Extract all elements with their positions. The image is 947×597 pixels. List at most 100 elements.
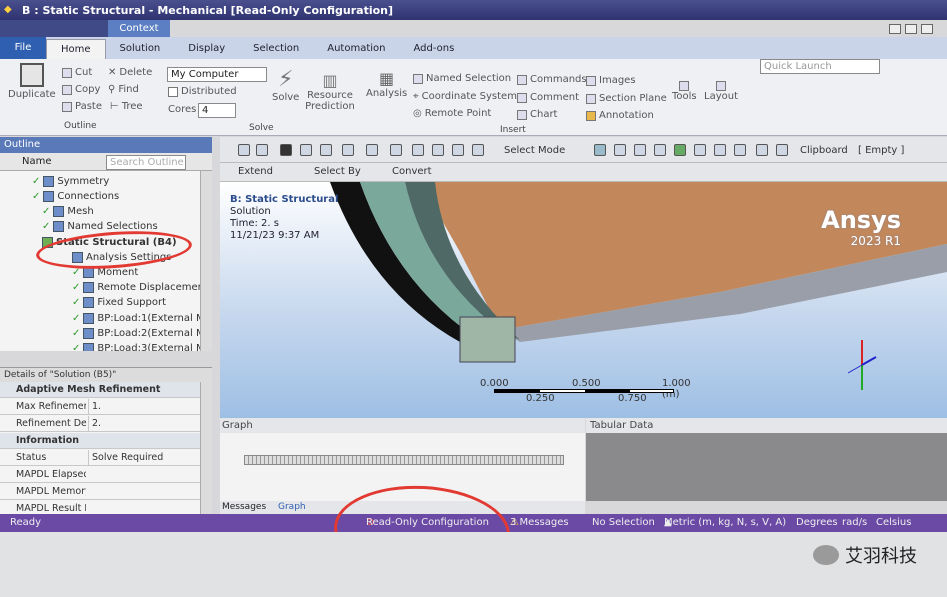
tree-item-symmetry[interactable]: ✓ Symmetry [32, 176, 109, 187]
paste-button[interactable]: Paste [62, 101, 102, 112]
analysis-button[interactable]: ▦ Analysis [366, 69, 407, 99]
commands-button[interactable]: Commands [517, 74, 587, 85]
details-section-header[interactable]: Adaptive Mesh Refinement [0, 382, 200, 398]
rate-units-status[interactable]: rad/s [842, 514, 867, 532]
tree-button[interactable]: ⊢ Tree [110, 101, 143, 112]
tree-item-bp-load-3[interactable]: ✓ BP:Load:3(External M [72, 343, 200, 351]
duplicate-button[interactable]: Duplicate [8, 63, 56, 100]
resource-prediction-button[interactable]: ▥ Resource Prediction [305, 71, 355, 112]
outline-search-input[interactable]: Search Outline [106, 155, 186, 170]
copy-button[interactable]: Copy [62, 84, 100, 95]
tab-messages[interactable]: Messages [222, 501, 266, 514]
angle-units-status[interactable]: Degrees [796, 514, 838, 532]
comment-button[interactable]: Comment [517, 92, 579, 103]
select-element-icon[interactable] [694, 144, 706, 156]
coordinate-system-button[interactable]: ⌖ Coordinate System [413, 91, 517, 102]
select-all-icon[interactable] [734, 144, 746, 156]
details-section-header[interactable]: Information [0, 433, 200, 449]
layout-icon [716, 81, 726, 91]
select-edge-icon[interactable] [614, 144, 626, 156]
tree-item-connections[interactable]: ✓ Connections [32, 191, 119, 202]
check-icon: ✓ [72, 297, 81, 308]
bar-chart-icon: ▥ [322, 71, 338, 90]
tree-item-bp-load-2[interactable]: ✓ BP:Load:2(External M [72, 328, 200, 339]
close-icon[interactable] [921, 24, 933, 34]
zoom-fit-icon[interactable] [412, 144, 424, 156]
connections-icon [43, 191, 55, 202]
maximize-icon[interactable] [905, 24, 917, 34]
outline-scrollbar[interactable] [200, 171, 212, 351]
annotation-button[interactable]: Annotation [586, 110, 654, 121]
zoom-selection-icon[interactable] [452, 144, 464, 156]
select-box-icon[interactable] [342, 144, 354, 156]
cut-button[interactable]: Cut [62, 67, 92, 78]
ruler-icon[interactable] [776, 144, 788, 156]
zoom-out-icon[interactable] [256, 144, 268, 156]
zoom-box-icon[interactable] [432, 144, 444, 156]
solve-button[interactable]: ⚡ Solve [272, 67, 299, 103]
wechat-watermark: 艾羽科技 [813, 542, 917, 568]
details-row[interactable]: Refinement Depth2. [0, 416, 200, 432]
convert-menu[interactable]: Convert [392, 166, 432, 177]
chart-button[interactable]: Chart [517, 109, 557, 120]
zoom-extents-icon[interactable] [472, 144, 484, 156]
tree-icon: ⊢ [110, 101, 119, 112]
select-face-icon[interactable] [634, 144, 646, 156]
tab-solution[interactable]: Solution [106, 39, 175, 59]
select-mode-dropdown[interactable]: Mode [538, 145, 565, 156]
select-label[interactable]: Select [504, 145, 535, 156]
tab-graph[interactable]: Graph [278, 501, 306, 514]
select-by-menu[interactable]: Select By [314, 166, 361, 177]
tab-home[interactable]: Home [46, 39, 106, 59]
section-plane-button[interactable]: Section Plane [586, 93, 667, 104]
rotate-icon[interactable] [366, 144, 378, 156]
check-icon: ✓ [32, 176, 41, 187]
delete-button[interactable]: ✕ Delete [108, 67, 152, 78]
scale-ruler [494, 389, 674, 393]
mesh-icon [53, 206, 65, 217]
temperature-units-status[interactable]: Celsius [876, 514, 911, 532]
select-node-icon[interactable] [674, 144, 686, 156]
scale-tick-label: 0.250 [526, 393, 555, 404]
layout-button[interactable]: Layout [704, 81, 738, 102]
zoom-in-icon[interactable] [238, 144, 250, 156]
select-vertex-icon[interactable] [594, 144, 606, 156]
named-selection-button[interactable]: Named Selection [413, 73, 511, 84]
cube-view-icon[interactable] [280, 144, 292, 156]
select-element-face-icon[interactable] [714, 144, 726, 156]
clipboard-menu[interactable]: Clipboard [800, 145, 848, 156]
images-button[interactable]: Images [586, 75, 636, 86]
tree-item-fixed-support[interactable]: ✓ Fixed Support [72, 297, 166, 308]
find-button[interactable]: ⚲ Find [108, 84, 139, 95]
minimize-icon[interactable] [889, 24, 901, 34]
tab-automation[interactable]: Automation [313, 39, 399, 59]
distributed-checkbox[interactable]: Distributed [168, 86, 237, 97]
details-row[interactable]: Max Refinement Loops1. [0, 399, 200, 415]
tab-file[interactable]: File [0, 37, 46, 59]
context-tab[interactable]: Context [108, 20, 170, 37]
remote-point-button[interactable]: ◎ Remote Point [413, 108, 491, 119]
tree-item-mesh[interactable]: ✓ Mesh [42, 206, 94, 217]
solve-target-select[interactable]: My Computer [167, 67, 267, 82]
details-row[interactable]: MAPDL Elapsed Time [0, 467, 200, 483]
details-row[interactable]: MAPDL Memory Used [0, 484, 200, 500]
details-panel-header: Details of "Solution (B5)" [0, 367, 212, 382]
shaded-view-icon[interactable] [300, 144, 312, 156]
label-icon[interactable] [756, 144, 768, 156]
section-plane-icon [586, 93, 596, 104]
details-scrollbar[interactable] [200, 382, 212, 517]
tools-button[interactable]: Tools [672, 81, 697, 102]
pan-icon[interactable] [390, 144, 402, 156]
tab-add-ons[interactable]: Add-ons [400, 39, 469, 59]
graph-timeline[interactable] [244, 455, 564, 465]
select-body-icon[interactable] [654, 144, 666, 156]
tree-item-remote-displacement[interactable]: ✓ Remote Displacement [72, 282, 200, 293]
tree-item-bp-load-1[interactable]: ✓ BP:Load:1(External M [72, 313, 200, 324]
wireframe-icon[interactable] [320, 144, 332, 156]
cores-input[interactable]: 4 [198, 103, 236, 118]
tab-selection[interactable]: Selection [239, 39, 313, 59]
quick-launch-input[interactable]: Quick Launch [760, 59, 880, 74]
details-row[interactable]: Status Solve Required [0, 450, 200, 466]
tab-display[interactable]: Display [174, 39, 239, 59]
extend-menu[interactable]: Extend [238, 166, 273, 177]
